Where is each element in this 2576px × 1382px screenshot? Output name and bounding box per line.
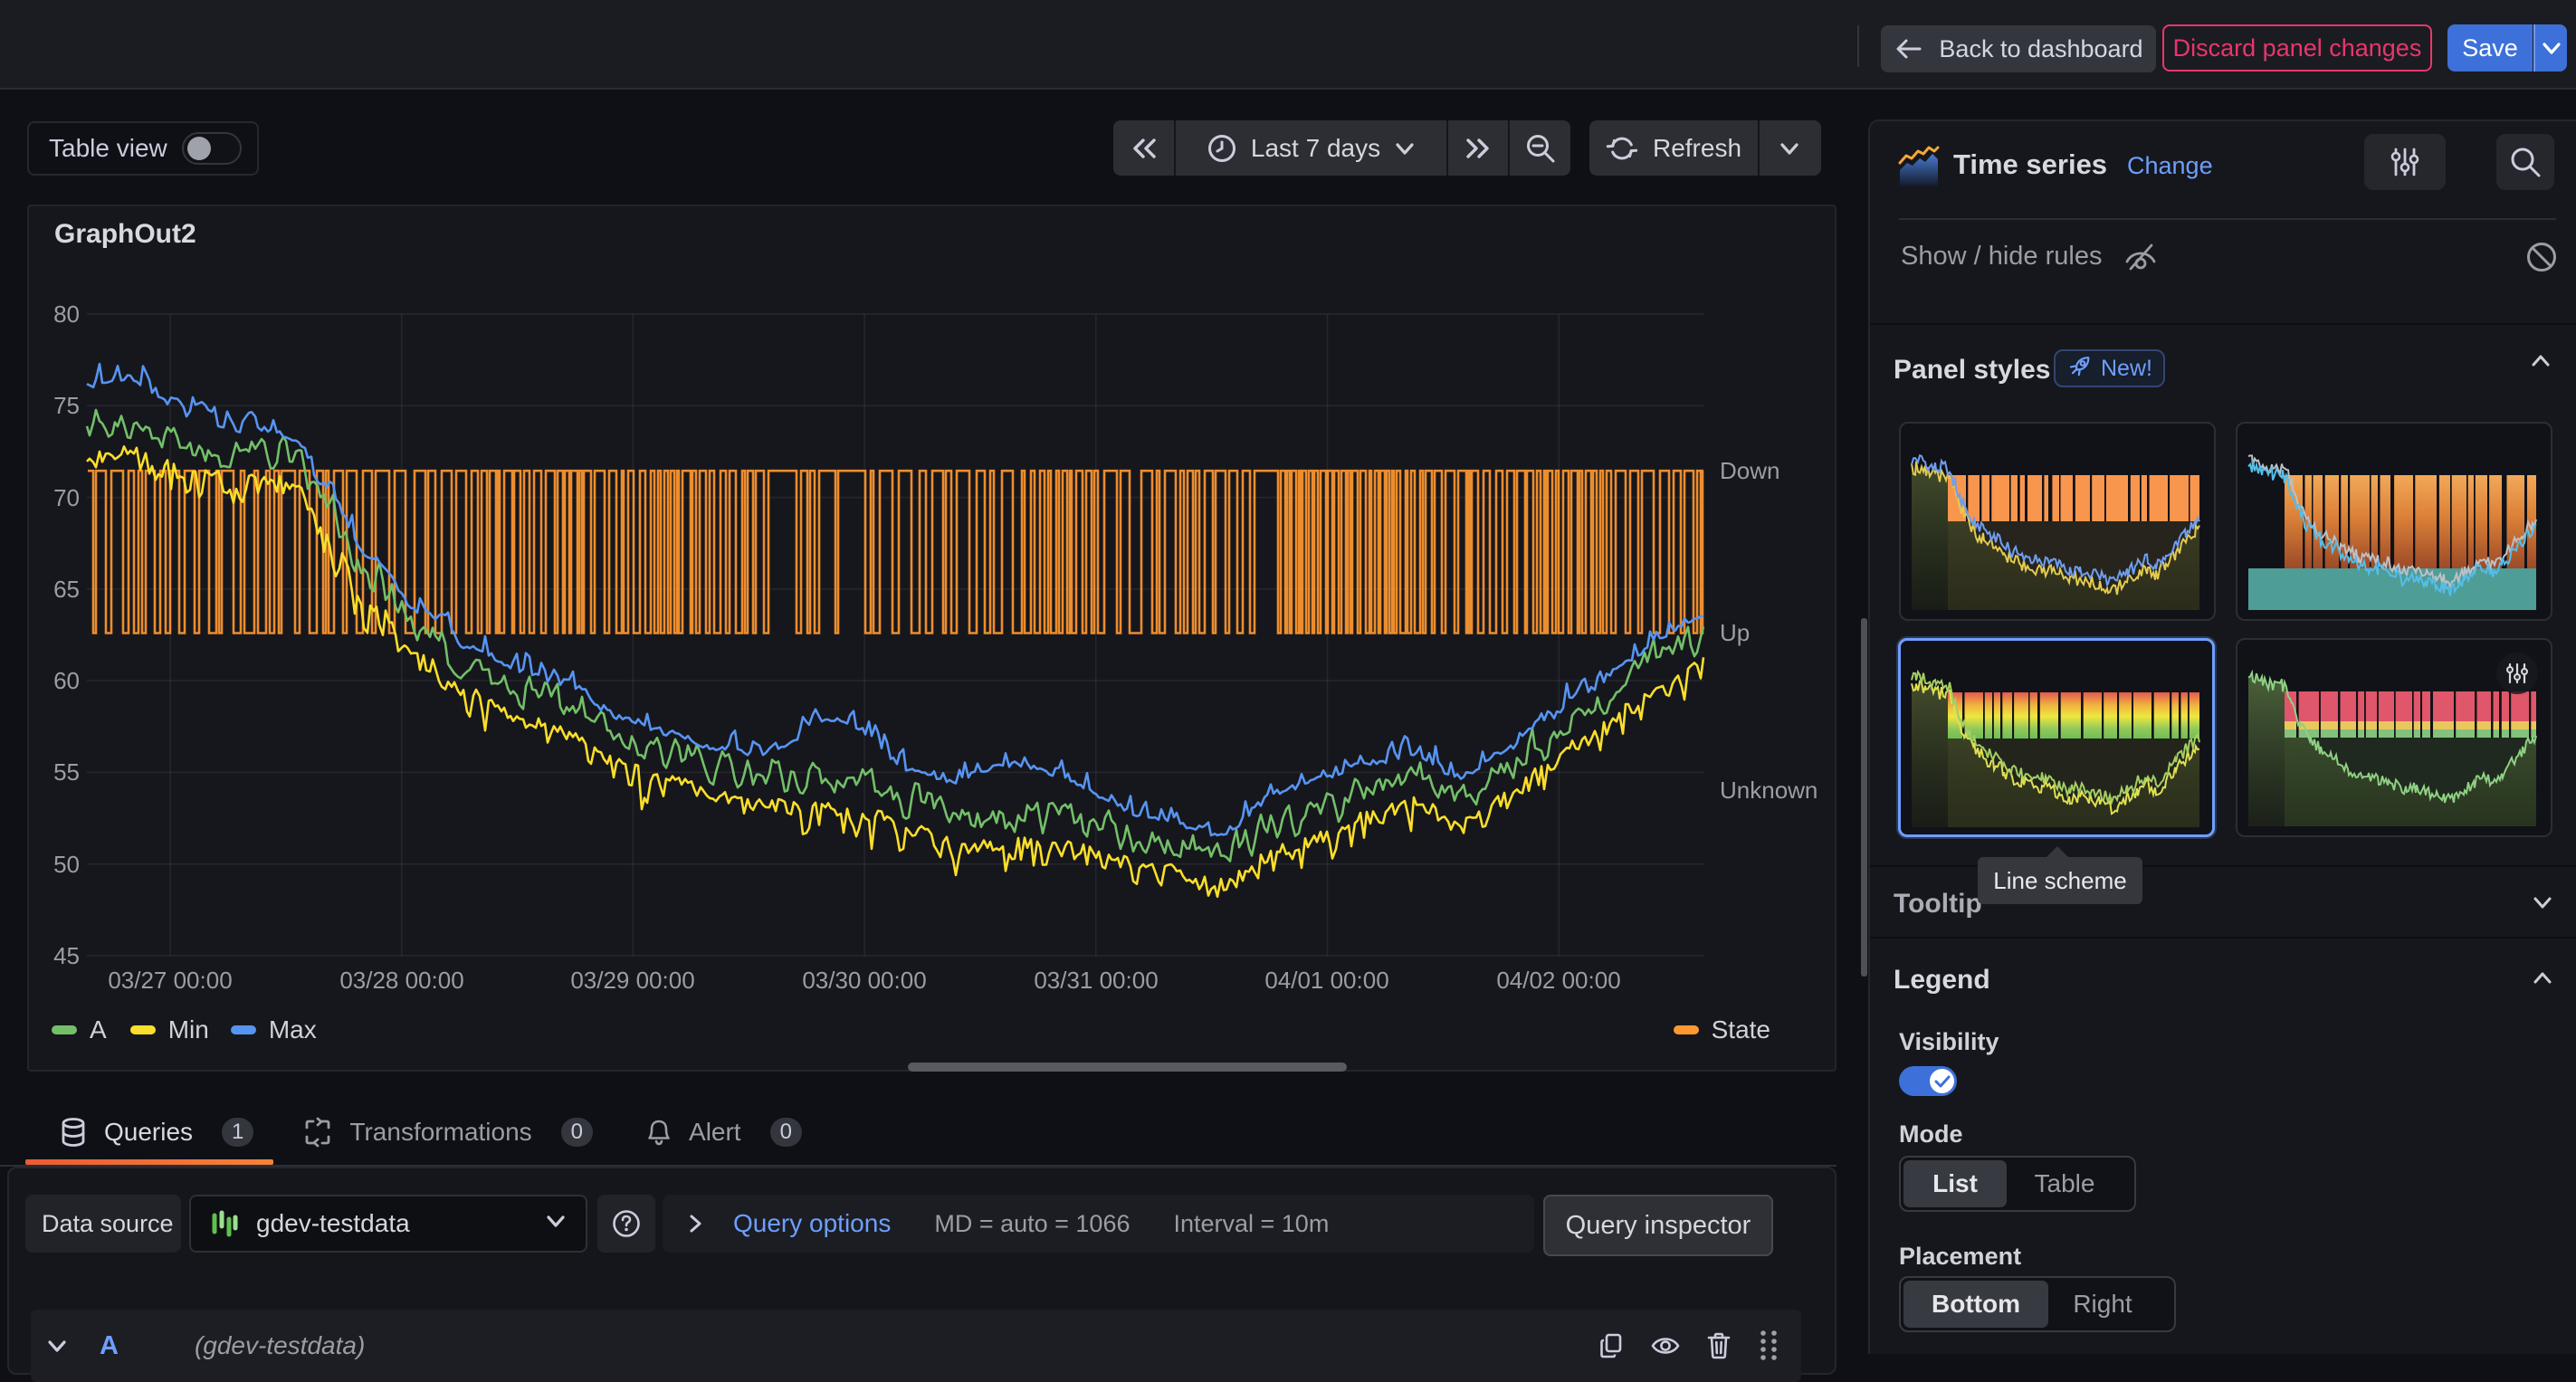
svg-text:04/02 00:00: 04/02 00:00: [1496, 967, 1620, 994]
svg-text:Unknown: Unknown: [1720, 777, 1818, 804]
svg-text:65: 65: [53, 576, 80, 603]
svg-text:03/29 00:00: 03/29 00:00: [570, 967, 694, 994]
svg-text:80: 80: [53, 300, 80, 328]
svg-text:50: 50: [53, 851, 80, 878]
svg-text:Down: Down: [1720, 457, 1779, 484]
svg-text:70: 70: [53, 484, 80, 511]
svg-text:Up: Up: [1720, 619, 1750, 646]
svg-text:03/30 00:00: 03/30 00:00: [802, 967, 926, 994]
svg-text:45: 45: [53, 942, 80, 969]
svg-text:03/27 00:00: 03/27 00:00: [108, 967, 232, 994]
svg-text:55: 55: [53, 758, 80, 786]
svg-text:75: 75: [53, 392, 80, 419]
svg-text:04/01 00:00: 04/01 00:00: [1264, 967, 1388, 994]
svg-text:03/28 00:00: 03/28 00:00: [339, 967, 463, 994]
svg-text:03/31 00:00: 03/31 00:00: [1034, 967, 1158, 994]
svg-text:60: 60: [53, 667, 80, 694]
